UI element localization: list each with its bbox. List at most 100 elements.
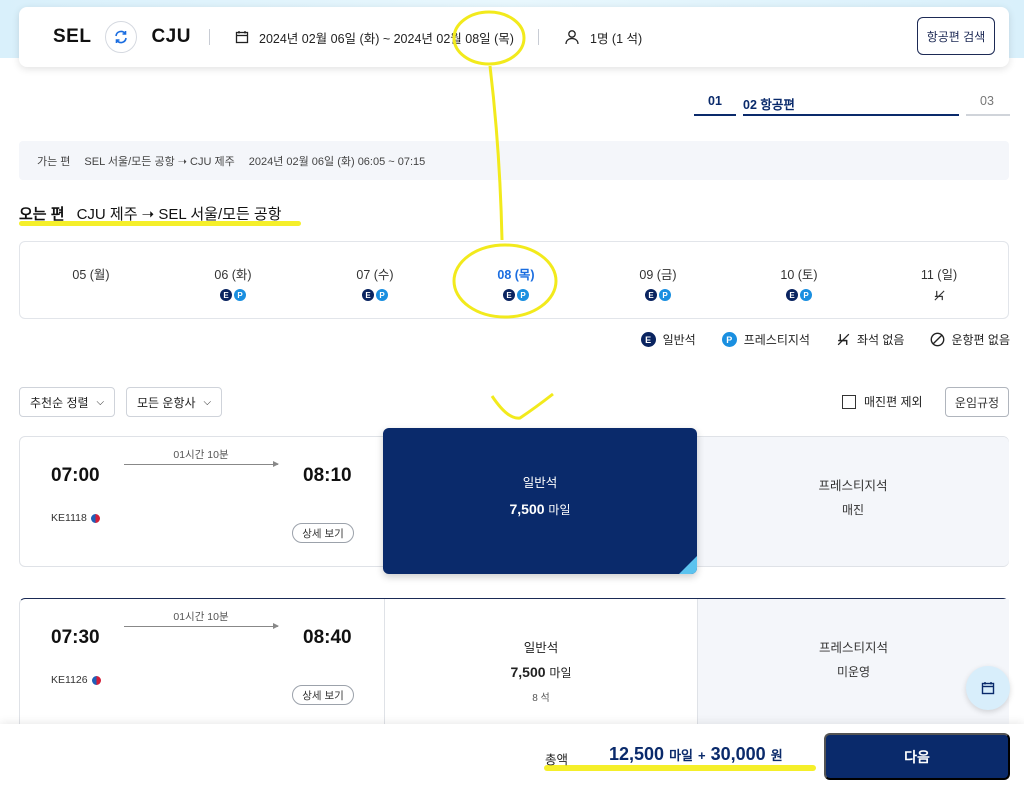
swap-route-icon[interactable] [105, 21, 138, 53]
flight-duration: 01시간 10분 [173, 449, 229, 461]
economy-badge-icon: E [645, 289, 657, 301]
date-tab[interactable]: 09 (금) EP [587, 242, 729, 320]
flight-search-button[interactable]: 항공편 검색 [917, 17, 995, 55]
prestige-badge-icon: P [800, 289, 812, 301]
date-range-field[interactable]: 2024년 02월 06일 (화) ~ 2024년 02월 08일 (목) [235, 7, 514, 67]
outbound-label: 가는 편 [37, 155, 71, 168]
chevron-down-icon: ⌵ [203, 396, 212, 408]
date-tab[interactable]: 07 (수) EP [304, 242, 446, 320]
date-tab[interactable]: 06 (화) EP [162, 242, 304, 320]
arrival-time: 08:10 [303, 465, 352, 486]
flight-info: 01시간 10분 07:30 08:40 KE1126 상세 보기 [20, 599, 384, 737]
no-seat-icon [837, 333, 850, 346]
departure-time: 07:00 [51, 465, 100, 486]
divider [538, 29, 539, 45]
chevron-down-icon: ⌵ [96, 396, 105, 408]
fare-status: 미운영 [836, 665, 871, 679]
prestige-fare: 프레스티지석 매진 [697, 437, 1009, 566]
detail-button[interactable]: 상세 보기 [292, 685, 354, 705]
departure-time: 07:30 [51, 627, 100, 648]
flight-number: KE1118 [51, 512, 101, 524]
origin-code[interactable]: SEL [53, 26, 91, 48]
checkbox[interactable] [842, 394, 856, 409]
total-label: 총액 [545, 753, 569, 767]
detail-button[interactable]: 상세 보기 [292, 523, 354, 543]
fare-class: 일반석 [522, 476, 558, 490]
highlight-marker [544, 765, 816, 771]
outbound-time: 2024년 02월 06일 (화) 06:05 ~ 07:15 [248, 155, 426, 168]
date-label: 11 (일) [920, 268, 958, 282]
flight-info: 01시간 10분 07:00 08:10 KE1118 상세 보기 [20, 437, 384, 566]
legend-no-flight: 운항편 없음 [951, 333, 1010, 347]
date-label: 09 (금) [639, 268, 677, 282]
next-button[interactable]: 다음 [824, 733, 1010, 780]
total-miles-unit: 마일 [669, 748, 693, 763]
fare-rules-button[interactable]: 운임규정 [945, 387, 1009, 417]
date-tab[interactable]: 11 (일) [868, 242, 1010, 320]
economy-fare[interactable]: 일반석 7,500 마일 8 석 [384, 599, 697, 737]
carrier-label: 모든 운항사 [137, 395, 196, 410]
flight-duration: 01시간 10분 [173, 611, 229, 623]
date-tab[interactable]: 10 (토) EP [728, 242, 870, 320]
prestige-badge-icon: P [376, 289, 388, 301]
return-label: 오는 편 [19, 206, 65, 223]
date-tab-selected[interactable]: 08 (목) EP [445, 242, 587, 320]
no-seat-icon [933, 290, 945, 301]
fare-class: 프레스티지석 [818, 641, 888, 655]
step-2-current: 02 항공편 [743, 94, 959, 116]
arrival-time: 08:40 [303, 627, 352, 648]
total-won: 30,000 [710, 744, 766, 764]
korean-air-logo-icon [89, 512, 101, 524]
legend-economy: 일반석 [662, 333, 696, 347]
economy-badge-icon: E [362, 289, 374, 301]
total-won-unit: 원 [770, 748, 783, 763]
miles-unit: 마일 [549, 666, 572, 680]
step-3: 03 [966, 94, 1010, 116]
no-flight-icon [931, 332, 945, 347]
calendar-icon [981, 682, 995, 695]
date-label: 10 (토) [780, 268, 818, 282]
miles-value: 7,500 [510, 664, 546, 680]
seats-left: 8 석 [532, 693, 550, 704]
flight-number-text: KE1118 [51, 512, 87, 524]
legend-no-seat: 좌석 없음 [856, 333, 905, 347]
economy-fare-selected[interactable]: 일반석 7,500 마일 [383, 428, 697, 574]
calendar-icon [235, 31, 249, 44]
exclude-soldout-checkbox[interactable]: 매진편 제외 [842, 393, 923, 410]
route-selector[interactable]: SEL CJU [53, 7, 191, 67]
step-1: 01 [694, 94, 736, 116]
fare-legend: E 일반석 P 프레스티지석 좌석 없음 운항편 없음 [615, 331, 1010, 348]
person-icon [565, 30, 579, 45]
destination-code[interactable]: CJU [151, 26, 191, 48]
fare-miles: 7,500 마일 [383, 501, 697, 518]
date-range-text: 2024년 02월 06일 (화) ~ 2024년 02월 08일 (목) [259, 31, 514, 46]
fare-status: 매진 [841, 503, 865, 517]
floating-calendar-button[interactable] [966, 666, 1010, 710]
search-summary-bar: SEL CJU 2024년 02월 06일 (화) ~ 2024년 02월 08… [19, 7, 1009, 67]
sort-dropdown[interactable]: 추천순 정렬 ⌵ [19, 387, 116, 417]
carrier-dropdown[interactable]: 모든 운항사 ⌵ [126, 387, 223, 417]
legend-prestige: 프레스티지석 [743, 333, 810, 347]
miles-value: 7,500 [509, 501, 545, 517]
date-label: 08 (목) [497, 268, 535, 282]
annotation-check [490, 392, 554, 420]
passenger-field[interactable]: 1명 (1 석) [564, 7, 642, 67]
passenger-text: 1명 (1 석) [590, 31, 643, 46]
fare-class: 프레스티지석 [818, 479, 888, 493]
duration-arrow [124, 461, 279, 467]
outbound-route: SEL 서울/모든 공항 ➝ CJU 제주 [84, 155, 235, 168]
date-tab[interactable]: 05 (월) [20, 242, 162, 320]
prestige-badge-icon: P [517, 289, 529, 301]
prestige-badge-icon: P [659, 289, 671, 301]
flight-number-text: KE1126 [51, 674, 88, 686]
fare-miles: 7,500 마일 [385, 664, 697, 681]
outbound-summary: 가는 편 SEL 서울/모든 공항 ➝ CJU 제주 2024년 02월 06일… [19, 141, 1009, 180]
prestige-badge-icon: P [234, 289, 246, 301]
date-label: 06 (화) [214, 268, 252, 282]
step-indicator: 01 02 항공편 03 [694, 94, 1010, 116]
korean-air-logo-icon [90, 674, 102, 686]
sort-label: 추천순 정렬 [30, 395, 89, 410]
date-label: 07 (수) [356, 268, 394, 282]
total-bar: 총액 12,500 마일 + 30,000 원 다음 [0, 724, 1024, 789]
economy-badge-icon: E [640, 332, 656, 347]
